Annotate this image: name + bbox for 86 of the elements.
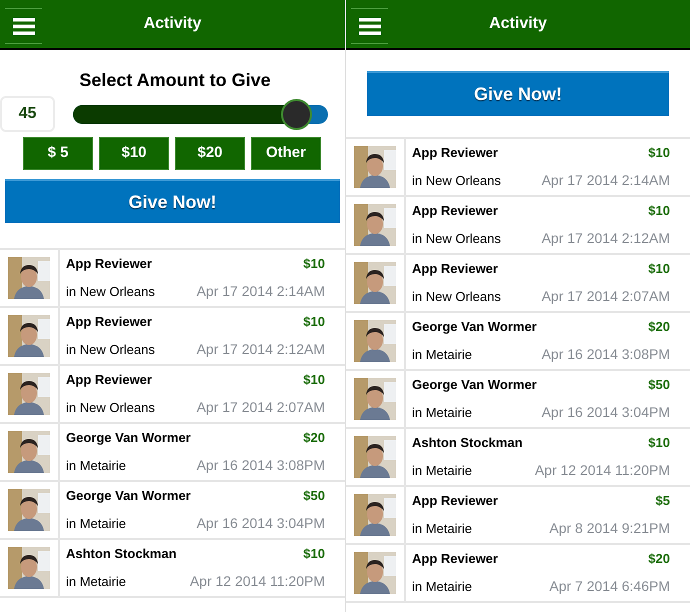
donation-location: in Metairie bbox=[412, 578, 472, 596]
donation-date: Apr 16 2014 3:04PM bbox=[196, 514, 325, 533]
donation-date: Apr 12 2014 11:20PM bbox=[534, 460, 670, 480]
donor-name: App Reviewer bbox=[412, 492, 498, 510]
donation-amount: $50 bbox=[648, 376, 670, 394]
donation-date: Apr 16 2014 3:08PM bbox=[196, 456, 325, 475]
donation-date: Apr 17 2014 2:12AM bbox=[542, 228, 670, 248]
activity-row[interactable]: App Reviewer $10 in New Orleans Apr 17 2014 2:14AM bbox=[346, 139, 690, 197]
donation-location: in Metairie bbox=[412, 346, 472, 364]
donation-location: in Metairie bbox=[66, 456, 126, 474]
donation-location: in New Orleans bbox=[66, 282, 155, 300]
donor-name: George Van Wormer bbox=[412, 318, 537, 336]
donation-amount: $10 bbox=[648, 202, 670, 220]
donor-name: App Reviewer bbox=[66, 313, 152, 332]
donation-amount: $5 bbox=[656, 492, 670, 510]
donation-location: in New Orleans bbox=[412, 288, 501, 306]
give-now-button[interactable]: Give Now! bbox=[367, 71, 669, 116]
donation-date: Apr 8 2014 9:21PM bbox=[549, 518, 670, 538]
menu-button[interactable] bbox=[351, 8, 388, 44]
donation-location: in Metairie bbox=[412, 404, 472, 422]
donation-amount: $50 bbox=[303, 487, 325, 506]
donation-amount: $10 bbox=[303, 371, 325, 390]
activity-row[interactable]: App Reviewer $20 in Metairie Apr 7 2014 6:46PM bbox=[346, 545, 690, 603]
activity-row[interactable]: George Van Wormer $20 in Metairie Apr 16 2014 3:08PM bbox=[346, 313, 690, 371]
donation-amount: $10 bbox=[303, 255, 325, 274]
donor-name: George Van Wormer bbox=[412, 376, 537, 394]
donation-date: Apr 12 2014 11:20PM bbox=[190, 572, 325, 591]
donation-amount: $20 bbox=[303, 429, 325, 448]
donation-date: Apr 16 2014 3:08PM bbox=[542, 344, 670, 364]
slider-thumb[interactable] bbox=[281, 98, 312, 130]
donor-name: Ashton Stockman bbox=[412, 434, 523, 452]
donation-location: in New Orleans bbox=[66, 398, 155, 416]
donation-date: Apr 17 2014 2:12AM bbox=[196, 340, 325, 359]
menu-icon bbox=[358, 18, 380, 34]
activity-row[interactable]: George Van Wormer $20 in Metairie Apr 16 2014 3:08PM bbox=[0, 424, 345, 482]
donation-amount: $10 bbox=[648, 144, 670, 162]
donation-amount: $20 bbox=[648, 550, 670, 568]
donor-name: Ashton Stockman bbox=[66, 545, 177, 564]
amount-preset-button[interactable]: $20 bbox=[175, 137, 245, 170]
menu-icon bbox=[12, 18, 34, 34]
amount-field[interactable]: 45 bbox=[0, 96, 55, 132]
donation-date: Apr 16 2014 3:04PM bbox=[542, 402, 670, 422]
donation-location: in New Orleans bbox=[412, 172, 501, 190]
amount-preset-button[interactable]: $10 bbox=[99, 137, 169, 170]
donation-date: Apr 17 2014 2:14AM bbox=[196, 282, 325, 301]
activity-row[interactable]: App Reviewer $10 in New Orleans Apr 17 2014 2:07AM bbox=[346, 255, 690, 313]
activity-row[interactable]: App Reviewer $10 in New Orleans Apr 17 2014 2:12AM bbox=[346, 197, 690, 255]
donor-name: George Van Wormer bbox=[66, 487, 191, 506]
activity-row[interactable]: App Reviewer $5 in Metairie Apr 8 2014 9:21PM bbox=[346, 487, 690, 545]
donation-amount: $10 bbox=[648, 434, 670, 452]
donation-location: in New Orleans bbox=[412, 230, 501, 248]
donor-name: App Reviewer bbox=[412, 550, 498, 568]
activity-row[interactable]: Ashton Stockman $10 in Metairie Apr 12 2014 11:20PM bbox=[346, 429, 690, 487]
donation-location: in New Orleans bbox=[66, 340, 155, 358]
header-title: Activity bbox=[488, 14, 548, 34]
activity-row[interactable]: George Van Wormer $50 in Metairie Apr 16 2014 3:04PM bbox=[346, 371, 690, 429]
donor-name: App Reviewer bbox=[66, 255, 152, 274]
donation-date: Apr 17 2014 2:07AM bbox=[542, 286, 670, 306]
activity-row[interactable]: App Reviewer $10 in New Orleans Apr 17 2014 2:12AM bbox=[0, 308, 345, 366]
donation-amount: $10 bbox=[303, 545, 325, 564]
activity-row[interactable]: George Van Wormer $50 in Metairie Apr 16 2014 3:04PM bbox=[0, 482, 345, 540]
donation-date: Apr 7 2014 6:46PM bbox=[549, 576, 670, 596]
donor-name: App Reviewer bbox=[412, 202, 498, 220]
amount-heading: Select Amount to Give bbox=[78, 69, 272, 92]
donation-amount: $20 bbox=[648, 318, 670, 336]
amount-preset-button[interactable]: Other bbox=[251, 137, 321, 170]
donor-name: George Van Wormer bbox=[66, 429, 191, 448]
donation-amount: $10 bbox=[648, 260, 670, 278]
donation-date: Apr 17 2014 2:07AM bbox=[196, 398, 325, 417]
donor-name: App Reviewer bbox=[66, 371, 152, 390]
donor-name: App Reviewer bbox=[412, 260, 498, 278]
give-now-button[interactable]: Give Now! bbox=[5, 179, 340, 223]
amount-preset-button[interactable]: $ 5 bbox=[23, 137, 93, 170]
donation-location: in Metairie bbox=[412, 520, 472, 538]
activity-row[interactable]: App Reviewer $10 in New Orleans Apr 17 2014 2:07AM bbox=[0, 366, 345, 424]
donation-location: in Metairie bbox=[66, 514, 126, 532]
donation-amount: $10 bbox=[303, 313, 325, 332]
header-title: Activity bbox=[142, 14, 202, 34]
activity-row[interactable]: Ashton Stockman $10 in Metairie Apr 12 2014 11:20PM bbox=[0, 540, 345, 598]
donor-name: App Reviewer bbox=[412, 144, 498, 162]
donation-location: in Metairie bbox=[412, 462, 472, 480]
menu-button[interactable] bbox=[5, 8, 42, 44]
donation-date: Apr 17 2014 2:14AM bbox=[542, 170, 670, 190]
activity-row[interactable]: App Reviewer $10 in New Orleans Apr 17 2014 2:14AM bbox=[0, 250, 345, 308]
donation-location: in Metairie bbox=[66, 572, 126, 590]
slider[interactable] bbox=[73, 97, 328, 131]
